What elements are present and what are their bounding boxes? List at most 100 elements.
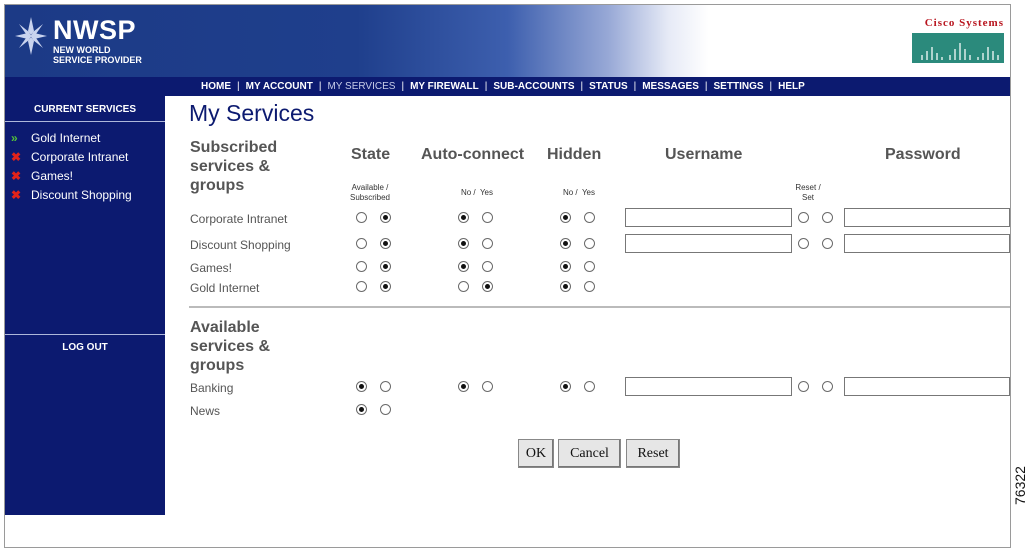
ok-button[interactable]: OK (518, 439, 554, 468)
reset-radio[interactable] (798, 381, 809, 392)
set-radio[interactable] (822, 381, 833, 392)
section-divider (189, 306, 1010, 308)
row-label: News (190, 404, 221, 418)
cancel-button[interactable]: Cancel (558, 439, 621, 468)
row-label: Games! (190, 261, 233, 275)
password-input[interactable] (844, 208, 1010, 227)
nav-links: HOME | MY ACCOUNT | MY SERVICES | MY FIREWA… (195, 77, 811, 96)
password-input[interactable] (844, 234, 1010, 253)
state-available-radio[interactable] (356, 261, 367, 272)
nav-sub-accounts[interactable]: SUB-ACCOUNTS (487, 81, 580, 92)
top-nav: HOME | MY ACCOUNT | MY SERVICES | MY FIREWA… (5, 77, 1010, 96)
username-input[interactable] (625, 377, 792, 396)
header-banner: NWSP NEW WORLD SERVICE PROVIDER Cisco Sy… (5, 5, 1010, 77)
cisco-logo: Cisco Systems (912, 17, 1004, 63)
state-subscribed-radio[interactable] (380, 404, 391, 415)
state-available-radio[interactable] (356, 238, 367, 249)
red-x-icon: ✖ (11, 149, 22, 164)
state-available-radio[interactable] (356, 404, 367, 415)
page-title: My Services (189, 100, 315, 126)
state-column-header: State (351, 146, 391, 163)
autoconnect-subheader: No / Yes (460, 188, 494, 197)
nav-settings[interactable]: SETTINGS (708, 81, 770, 92)
username-input[interactable] (625, 208, 792, 227)
state-subscribed-radio[interactable] (380, 212, 391, 223)
green-double-arrow-icon: » (11, 130, 18, 145)
autoconnect-yes-radio[interactable] (482, 281, 493, 292)
state-subscribed-radio[interactable] (380, 381, 391, 392)
sidebar-item-corporate-intranet[interactable]: ✖ Corporate Intranet (5, 147, 165, 166)
set-radio[interactable] (822, 212, 833, 223)
autoconnect-no-radio[interactable] (458, 381, 469, 392)
hidden-no-radio[interactable] (560, 261, 571, 272)
autoconnect-no-radio[interactable] (458, 261, 469, 272)
hidden-yes-radio[interactable] (584, 281, 595, 292)
set-radio[interactable] (822, 238, 833, 249)
hidden-no-radio[interactable] (560, 381, 571, 392)
hidden-no-radio[interactable] (560, 238, 571, 249)
sidebar-item-gold-internet[interactable]: » Gold Internet (5, 128, 165, 147)
state-available-radio[interactable] (356, 281, 367, 292)
red-x-icon: ✖ (11, 168, 22, 183)
username-input[interactable] (625, 234, 792, 253)
reset-button[interactable]: Reset (626, 439, 680, 468)
row-label: Banking (190, 381, 234, 395)
autoconnect-no-radio[interactable] (458, 212, 469, 223)
sidebar: CURRENT SERVICES » Gold Internet ✖ Corpo… (5, 96, 165, 515)
autoconnect-yes-radio[interactable] (482, 212, 493, 223)
main-content: My Services Subscribed services & groups… (165, 96, 1010, 547)
sidebar-title: CURRENT SERVICES (33, 104, 137, 115)
state-subheader: Available / Subscribed (349, 183, 391, 202)
sidebar-divider (5, 334, 165, 335)
reset-radio[interactable] (798, 238, 809, 249)
autoconnect-yes-radio[interactable] (482, 381, 493, 392)
brand-subtitle-line2: SERVICE PROVIDER (53, 55, 142, 65)
state-available-radio[interactable] (356, 212, 367, 223)
autoconnect-no-radio[interactable] (458, 238, 469, 249)
state-subscribed-radio[interactable] (380, 238, 391, 249)
autoconnect-yes-radio[interactable] (482, 261, 493, 272)
hidden-column-header: Hidden (547, 146, 602, 163)
hidden-yes-radio[interactable] (584, 261, 595, 272)
nav-my-services[interactable]: MY SERVICES (321, 81, 401, 92)
available-section-title: Available services & groups (190, 319, 271, 374)
nav-help[interactable]: HELP (772, 81, 811, 92)
logout-link[interactable]: LOG OUT (5, 342, 165, 353)
username-column-header: Username (665, 146, 743, 163)
sidebar-divider (5, 121, 165, 122)
browser-frame: NWSP NEW WORLD SERVICE PROVIDER Cisco Sy… (4, 4, 1011, 548)
nav-my-firewall[interactable]: MY FIREWALL (404, 81, 485, 92)
sidebar-item-label: Discount Shopping (31, 187, 132, 202)
brand-subtitle: NEW WORLD SERVICE PROVIDER (53, 45, 142, 65)
sidebar-item-games[interactable]: ✖ Games! (5, 166, 165, 185)
nav-home[interactable]: HOME (195, 81, 237, 92)
cisco-bridge-icon (912, 33, 1004, 63)
reset-radio[interactable] (798, 212, 809, 223)
password-column-header: Password (885, 146, 961, 163)
hidden-yes-radio[interactable] (584, 238, 595, 249)
password-input[interactable] (844, 377, 1010, 396)
row-label: Discount Shopping (190, 238, 291, 252)
hidden-yes-radio[interactable] (584, 381, 595, 392)
nav-my-account[interactable]: MY ACCOUNT (240, 81, 319, 92)
hidden-no-radio[interactable] (560, 212, 571, 223)
nav-status[interactable]: STATUS (583, 81, 634, 92)
hidden-no-radio[interactable] (560, 281, 571, 292)
hidden-yes-radio[interactable] (584, 212, 595, 223)
sidebar-item-discount-shopping[interactable]: ✖ Discount Shopping (5, 185, 165, 204)
subscribed-section-title: Subscribed services & groups (190, 139, 278, 194)
autoconnect-column-header: Auto-connect (421, 146, 525, 163)
state-available-radio[interactable] (356, 381, 367, 392)
state-subscribed-radio[interactable] (380, 281, 391, 292)
autoconnect-yes-radio[interactable] (482, 238, 493, 249)
row-label: Gold Internet (190, 281, 260, 295)
sidebar-item-label: Gold Internet (31, 130, 101, 145)
reset-set-subheader: Reset / Set (795, 183, 821, 202)
autoconnect-no-radio[interactable] (458, 281, 469, 292)
brand-name: NWSP (53, 15, 136, 45)
nav-messages[interactable]: MESSAGES (636, 81, 705, 92)
sidebar-item-label: Corporate Intranet (31, 149, 129, 164)
hidden-subheader: No / Yes (562, 188, 596, 197)
brand-subtitle-line1: NEW WORLD (53, 45, 111, 55)
state-subscribed-radio[interactable] (380, 261, 391, 272)
